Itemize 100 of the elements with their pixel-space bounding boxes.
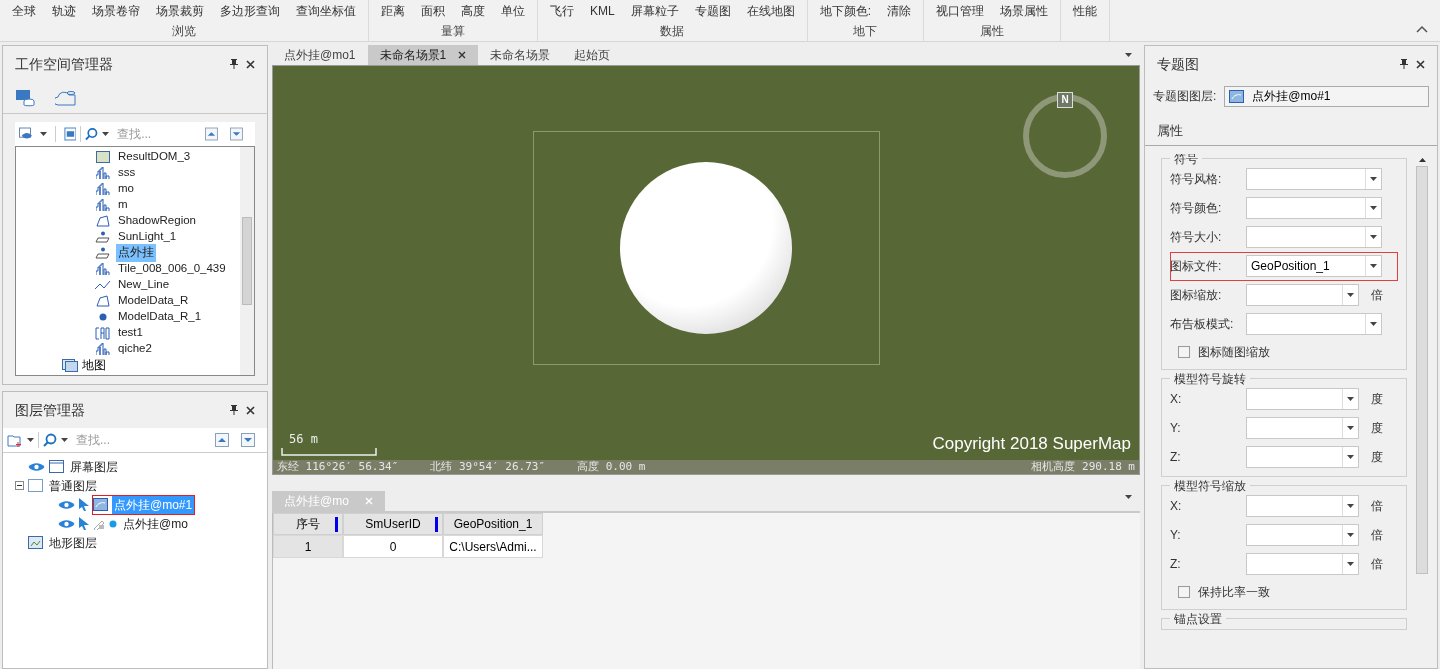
ribbon-button[interactable]: 场景属性 <box>1000 2 1049 20</box>
point-3d-dataset-icon <box>95 247 111 259</box>
database-icon[interactable] <box>15 88 35 107</box>
spin-field[interactable] <box>1246 417 1359 439</box>
layer-item[interactable]: 地形图层 <box>47 533 99 552</box>
dataset-item[interactable]: m <box>116 196 130 214</box>
compass[interactable]: N <box>1023 94 1107 178</box>
ribbon-button[interactable]: 清除 <box>887 2 912 20</box>
cursor-icon[interactable] <box>79 498 89 511</box>
coordinate-text: 北纬 39°54′ 26.73″ <box>430 458 546 475</box>
ribbon-button[interactable]: 查询坐标值 <box>296 2 356 20</box>
spin-field[interactable] <box>1246 524 1359 546</box>
scrollbar[interactable] <box>240 147 254 375</box>
eye-icon[interactable] <box>58 499 75 510</box>
column-header[interactable]: 序号 <box>273 513 343 535</box>
spin-field[interactable] <box>1246 446 1359 468</box>
pin-icon[interactable] <box>230 59 238 69</box>
ribbon-button[interactable]: 高度 <box>461 2 485 20</box>
ribbon-button[interactable]: 场景卷帘 <box>92 2 140 20</box>
ribbon-button[interactable]: 屏幕粒子 <box>630 2 679 20</box>
ribbon-button[interactable]: 多边形查询 <box>220 2 280 20</box>
caret-icon <box>1347 504 1354 508</box>
ribbon-button[interactable]: 场景裁剪 <box>156 2 204 20</box>
dataset-item[interactable]: qiche2 <box>116 340 154 358</box>
caret-icon <box>1370 235 1377 239</box>
eye-icon[interactable] <box>28 461 45 472</box>
field-label: 符号风格: <box>1170 171 1223 188</box>
ribbon-button[interactable]: 视口管理 <box>936 2 985 20</box>
document-tab[interactable]: 点外挂@mo1 <box>272 45 368 65</box>
document-tab[interactable]: 起始页 <box>562 45 623 65</box>
spin-field[interactable] <box>1246 553 1359 575</box>
ribbon-button[interactable]: 面积 <box>421 2 445 20</box>
scene-view[interactable]: N 56 m Copyright 2018 SuperMap 东经 116°26′ 56.34″ 北纬 39°54′ 26.73″ 高度 0.00 m 相机高度 290.18 m <box>272 65 1140 475</box>
close-icon[interactable] <box>458 51 467 59</box>
layer-item[interactable]: 点外挂@mo <box>121 514 190 533</box>
checkbox[interactable] <box>1178 345 1190 358</box>
dataset-item[interactable]: mo <box>116 180 136 198</box>
ribbon-button[interactable]: 性能 <box>1073 2 1098 20</box>
layer-item[interactable]: 屏幕图层 <box>68 457 120 476</box>
dataset-item[interactable]: ModelData_R <box>116 292 191 310</box>
dataset-item[interactable]: sss <box>116 164 138 182</box>
cursor-icon[interactable] <box>79 517 89 530</box>
eye-icon[interactable] <box>58 518 75 529</box>
ribbon-button[interactable]: KML <box>590 2 615 20</box>
document-tab[interactable]: 未命名场景 <box>478 45 563 65</box>
document-icon[interactable] <box>63 127 77 141</box>
dataset-item[interactable]: SunLight_1 <box>116 228 179 246</box>
spin-field[interactable] <box>1246 388 1359 410</box>
layer-group-icon <box>28 479 43 492</box>
dataset-item[interactable]: ShadowRegion <box>116 212 198 230</box>
dataset-item[interactable]: Tile_008_006_0_439 <box>116 260 228 278</box>
model-dataset-icon <box>96 343 110 355</box>
spin-field[interactable] <box>1246 284 1359 306</box>
move-up-icon[interactable] <box>215 433 229 447</box>
collapse-icon[interactable] <box>15 481 24 490</box>
ribbon-button[interactable]: 轨迹 <box>52 2 76 20</box>
dataset-item[interactable]: New_Line <box>116 276 172 294</box>
caret-icon <box>1347 562 1354 566</box>
ribbon-button[interactable]: 专题图 <box>694 2 731 20</box>
pin-icon[interactable] <box>1400 59 1408 69</box>
dropdown[interactable]: GeoPosition_1 <box>1246 255 1382 277</box>
scroll-up-icon[interactable] <box>1418 157 1426 162</box>
field-label: 图标缩放: <box>1170 287 1223 304</box>
dataset-item[interactable]: ResultDOM_3 <box>116 148 193 166</box>
caret-icon <box>1347 533 1354 537</box>
move-down-icon[interactable] <box>230 127 243 141</box>
field-label: 符号颜色: <box>1170 200 1223 217</box>
tree-item[interactable]: 地图 <box>82 356 106 374</box>
move-down-icon[interactable] <box>241 433 255 447</box>
model-dataset-icon <box>96 183 110 195</box>
caret-icon <box>1370 264 1377 268</box>
ribbon-button[interactable]: 飞行 <box>550 2 574 20</box>
pin-icon[interactable] <box>230 405 238 415</box>
collapse-ribbon-icon[interactable] <box>1416 25 1428 33</box>
ribbon-button[interactable]: 全球 <box>12 2 36 20</box>
close-icon[interactable] <box>246 405 255 415</box>
field-label: Y: <box>1170 527 1182 544</box>
ribbon-button[interactable]: 单位 <box>501 2 525 20</box>
checkbox[interactable] <box>1178 585 1190 598</box>
layer-item[interactable]: 普通图层 <box>47 476 99 495</box>
properties-tab[interactable]: 属性 <box>1153 121 1187 145</box>
layer-field[interactable]: 点外挂@mo#1 <box>1224 85 1429 107</box>
ribbon-button[interactable]: 在线地图 <box>746 2 795 20</box>
close-icon[interactable] <box>246 59 255 69</box>
spin-field[interactable] <box>1246 495 1359 517</box>
add-folder-icon[interactable] <box>7 432 23 448</box>
column-header[interactable]: SmUserID <box>343 513 443 535</box>
caret-icon <box>1347 293 1354 297</box>
close-icon[interactable] <box>1416 59 1425 69</box>
search-icon[interactable] <box>85 127 99 141</box>
dataset-item[interactable]: ModelData_R_1 <box>116 308 204 326</box>
dataset-item[interactable]: 点外挂 <box>116 244 156 262</box>
document-tab[interactable]: 未命名场景1 <box>367 45 479 65</box>
column-header[interactable]: GeoPosition_1 <box>443 513 543 535</box>
ribbon-button[interactable]: 距离 <box>381 2 405 20</box>
dataset-item[interactable]: test1 <box>116 324 145 342</box>
ribbon-button[interactable]: 地下颜色: <box>819 2 872 20</box>
cloud-database-icon[interactable] <box>55 88 77 107</box>
search-icon[interactable] <box>43 433 57 447</box>
move-up-icon[interactable] <box>205 127 219 141</box>
